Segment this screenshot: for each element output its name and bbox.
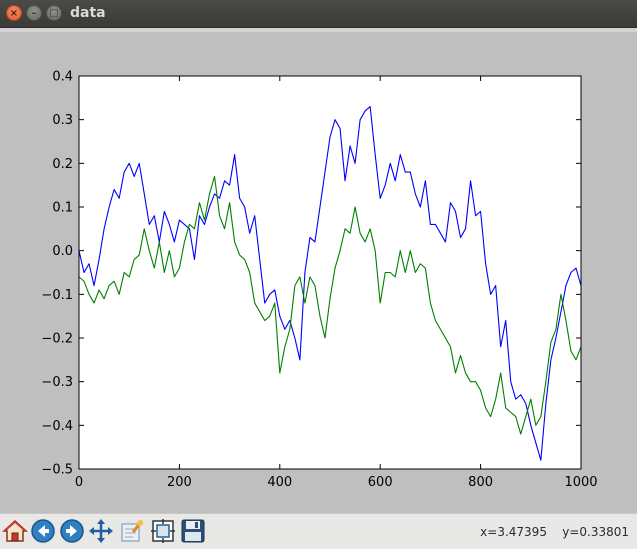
minimize-window-button[interactable]: – bbox=[26, 5, 42, 21]
back-icon bbox=[31, 519, 55, 543]
plot-background bbox=[79, 76, 581, 469]
zoom-button[interactable] bbox=[119, 518, 145, 544]
y-tick-label: 0.0 bbox=[52, 244, 73, 259]
save-icon bbox=[181, 519, 205, 543]
cursor-coordinates: x=3.47395 y=0.33801 bbox=[480, 525, 629, 539]
pan-icon bbox=[89, 519, 113, 543]
y-tick-label: −0.4 bbox=[41, 419, 73, 434]
y-tick-label: 0.2 bbox=[52, 157, 73, 172]
y-tick-label: −0.2 bbox=[41, 332, 73, 347]
y-tick-label: −0.1 bbox=[41, 288, 73, 303]
forward-icon bbox=[60, 519, 84, 543]
y-tick-label: 0.1 bbox=[52, 201, 73, 216]
x-tick-label: 600 bbox=[368, 475, 393, 490]
line-chart[interactable]: 0 200 400 600 800 1000 0.4 0.3 0.2 0.1 0.0 −0.1 −0.2… bbox=[0, 32, 637, 513]
configure-subplots-icon bbox=[151, 519, 175, 543]
x-tick-label: 200 bbox=[167, 475, 192, 490]
back-button[interactable] bbox=[30, 518, 56, 544]
y-tick-label: −0.5 bbox=[41, 463, 73, 478]
x-tick-label: 400 bbox=[267, 475, 292, 490]
save-button[interactable] bbox=[180, 518, 206, 544]
home-button[interactable] bbox=[2, 518, 28, 544]
app-window: × – □ data 0 200 400 600 800 1000 0.4 0.3 0.2 0.1… bbox=[0, 0, 637, 549]
configure-subplots-button[interactable] bbox=[150, 518, 176, 544]
x-tick-label: 1000 bbox=[564, 475, 597, 490]
window-title: data bbox=[70, 5, 106, 21]
figure-canvas[interactable]: 0 200 400 600 800 1000 0.4 0.3 0.2 0.1 0.0 −0.1 −0.2… bbox=[0, 28, 637, 513]
x-tick-label: 0 bbox=[75, 475, 83, 490]
maximize-window-button[interactable]: □ bbox=[46, 5, 62, 21]
forward-button[interactable] bbox=[59, 518, 85, 544]
title-bar: × – □ data bbox=[0, 0, 637, 28]
y-tick-label: −0.3 bbox=[41, 375, 73, 390]
pan-button[interactable] bbox=[88, 518, 114, 544]
y-tick-label: 0.4 bbox=[52, 70, 73, 85]
y-tick-label: 0.3 bbox=[52, 113, 73, 128]
close-window-button[interactable]: × bbox=[6, 5, 22, 21]
zoom-icon bbox=[121, 520, 144, 542]
home-icon bbox=[2, 519, 28, 542]
navigation-toolbar: x=3.47395 y=0.33801 bbox=[0, 513, 637, 549]
x-tick-label: 800 bbox=[468, 475, 493, 490]
